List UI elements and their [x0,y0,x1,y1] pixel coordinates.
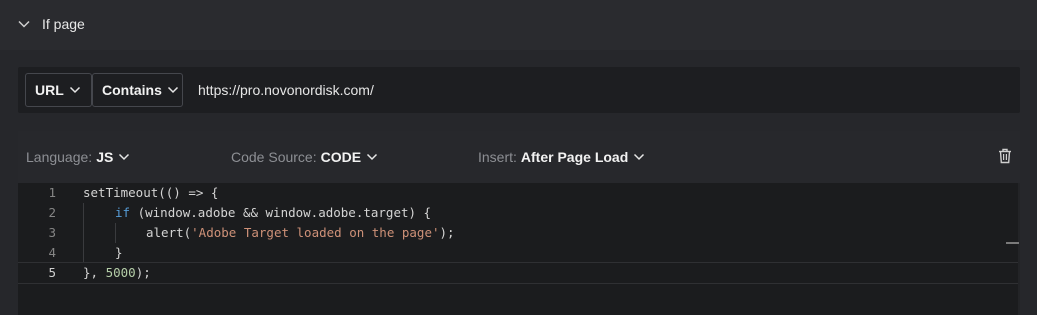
code-panel: Language: JS Code Source: CODE Insert: A… [18,131,1020,315]
insert-value: After Page Load [520,149,629,165]
line-number: 2 [48,205,56,220]
code-text: setTimeout(() => { [83,185,219,200]
field-select-label: URL [35,82,64,98]
chevron-down-icon[interactable] [17,17,31,31]
code-source-select[interactable]: Code Source: CODE [231,149,378,165]
code-editor[interactable]: 1 setTimeout(() => { 2 if (window.adobe … [18,183,1018,315]
code-line-active[interactable]: 5 }, 5000); [18,262,1018,284]
chevron-down-icon [634,153,645,161]
trash-icon[interactable] [998,148,1012,164]
code-line[interactable]: 3 alert('Adobe Target loaded on the page… [18,223,1018,243]
line-number: 5 [48,265,56,280]
line-number: 4 [48,245,56,260]
operator-select-label: Contains [102,82,162,98]
field-select[interactable]: URL [25,73,92,107]
operator-select[interactable]: Contains [92,73,183,107]
line-number: 1 [48,185,56,200]
language-select[interactable]: Language: JS [26,149,130,165]
code-source-label: Code Source: [231,149,317,165]
code-text: alert('Adobe Target loaded on the page')… [146,225,455,240]
code-line[interactable]: 4 } [18,243,1018,263]
code-line[interactable]: 2 if (window.adobe && window.adobe.targe… [18,203,1018,223]
insert-label: Insert: [478,149,517,165]
chevron-down-icon [69,86,80,94]
insert-select[interactable]: Insert: After Page Load [478,149,645,165]
code-toolbar: Language: JS Code Source: CODE Insert: A… [18,131,1020,183]
section-header[interactable]: If page [0,0,1037,50]
line-number: 3 [48,225,56,240]
language-value: JS [96,149,114,165]
scrollbar-thumb[interactable] [1006,242,1019,244]
code-text: if (window.adobe && window.adobe.target)… [115,205,432,220]
code-text: }, 5000); [83,265,151,280]
chevron-down-icon [119,153,130,161]
code-line[interactable]: 1 setTimeout(() => { [18,183,1018,203]
chevron-down-icon [167,86,178,94]
url-value-input[interactable]: https://pro.novonordisk.com/ [198,82,374,98]
code-source-value: CODE [320,149,362,165]
chevron-down-icon [367,153,378,161]
section-title: If page [42,16,85,32]
panel-edge [1020,183,1037,315]
code-text: } [115,245,123,260]
condition-bar: URL Contains https://pro.novonordisk.com… [18,67,1020,113]
language-label: Language: [26,149,93,165]
